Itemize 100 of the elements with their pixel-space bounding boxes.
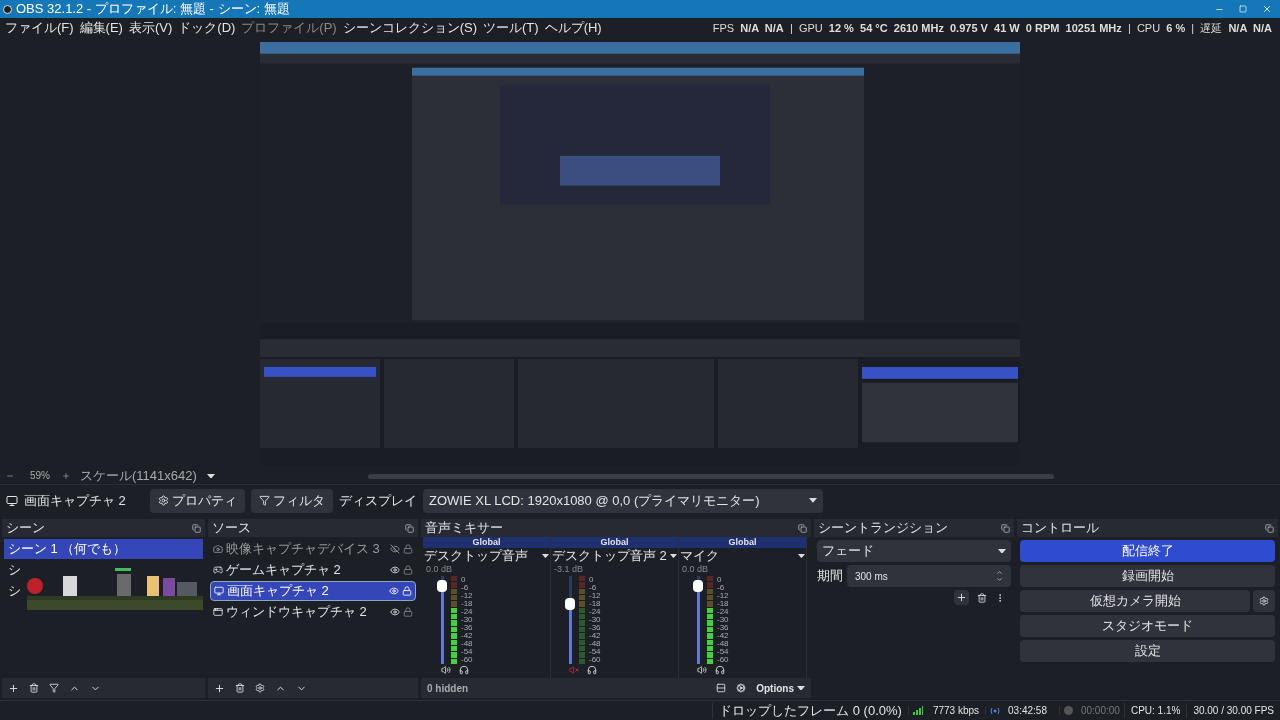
volume-slider[interactable] xyxy=(565,576,575,664)
source-item[interactable]: 画面キャプチャ 2 xyxy=(210,581,416,601)
channel-tag: Global xyxy=(679,537,806,548)
speaker-icon[interactable] xyxy=(697,665,707,675)
camera-icon xyxy=(213,544,223,554)
dock-title: コントロール xyxy=(1021,520,1099,536)
control-button[interactable]: 設定 xyxy=(1020,640,1275,662)
dock-title: 音声ミキサー xyxy=(425,520,503,536)
trash-icon[interactable] xyxy=(235,683,245,693)
control-button[interactable]: 仮想カメラ開始 xyxy=(1020,590,1250,612)
headphones-icon[interactable] xyxy=(587,665,597,675)
undock-icon[interactable] xyxy=(1000,523,1010,533)
lock-icon[interactable] xyxy=(403,544,413,554)
dropped-frames: ドロップしたフレーム 0 (0.0%) xyxy=(712,702,908,719)
filter-icon[interactable] xyxy=(49,683,59,693)
settings-icon[interactable] xyxy=(1253,590,1275,612)
control-button[interactable]: スタジオモード xyxy=(1020,615,1275,637)
volume-reading: 0.0 dB xyxy=(682,564,710,574)
bitrate: 7773 kbps xyxy=(931,704,981,718)
menu-item[interactable]: 表示(V) xyxy=(125,20,176,36)
cpu-usage: CPU: 1.1% xyxy=(1123,703,1187,718)
undock-icon[interactable] xyxy=(1264,523,1274,533)
lock-icon[interactable] xyxy=(403,607,413,617)
duration-label: 期間 xyxy=(817,567,843,586)
volume-reading: -3.1 dB xyxy=(554,564,585,574)
caret-icon xyxy=(998,548,1006,554)
caret-icon xyxy=(798,553,805,559)
record-time: 00:00:00 xyxy=(1079,704,1121,718)
stream-time: 03:42:58 xyxy=(1007,704,1048,718)
scene-item[interactable]: シ xyxy=(4,581,25,601)
options-button[interactable]: Options xyxy=(756,680,805,696)
menu-item[interactable]: 編集(E) xyxy=(76,20,126,36)
scrollbar[interactable] xyxy=(368,473,1054,479)
transition-dropdown[interactable]: フェード xyxy=(817,540,1011,562)
speaker-icon[interactable] xyxy=(441,665,451,675)
volume-slider[interactable] xyxy=(693,576,703,664)
menu-item[interactable]: ツール(T) xyxy=(480,20,542,36)
filter-icon xyxy=(259,495,270,506)
dock-title: シーン xyxy=(6,520,45,536)
scale-dropdown[interactable]: スケール(1141x642) xyxy=(80,468,215,484)
display-dropdown[interactable]: ZOWIE XL LCD: 1920x1080 @ 0,0 (プライマリモニター) xyxy=(423,488,823,513)
channel-tag: Global xyxy=(423,537,550,548)
volume-slider[interactable] xyxy=(437,576,447,664)
channel-dropdown[interactable]: マイク xyxy=(679,548,806,564)
volume-reading: 0.0 dB xyxy=(426,564,454,574)
monitor-icon xyxy=(6,494,18,507)
source-item[interactable]: ウィンドウキャプチャ 2 xyxy=(210,602,416,622)
settings-icon[interactable] xyxy=(255,683,265,693)
caret-icon xyxy=(809,498,817,503)
menu-item[interactable]: シーンコレクション(S) xyxy=(339,20,481,36)
performance-stats: FPS N/A N/A | GPU 12 % 54 °C 2610 MHz 0.975 V 41 W 0 RPM 10251 MHz | CPU 6 % | 遅延 N/A N/A xyxy=(712,21,1273,35)
caret-icon xyxy=(206,473,215,479)
add-icon[interactable] xyxy=(954,590,969,605)
meter-scale: 0 -6 -12 -18 -24 -30 -36 -42 -48 -54 -60 xyxy=(589,576,601,664)
properties-button[interactable]: プロパティ xyxy=(150,488,245,513)
headphones-icon[interactable] xyxy=(459,665,469,675)
eye-icon[interactable] xyxy=(390,607,400,617)
gamepad-icon xyxy=(213,565,223,575)
menu-item[interactable]: ファイル(F) xyxy=(2,20,77,36)
lock-icon[interactable] xyxy=(403,565,413,575)
settings-icon[interactable] xyxy=(736,683,747,693)
control-button[interactable]: 配信終了 xyxy=(1020,540,1275,562)
undock-icon[interactable] xyxy=(191,523,201,533)
window-icon xyxy=(213,607,223,617)
channel-dropdown[interactable]: デスクトップ音声 2 xyxy=(551,548,678,564)
caret-icon xyxy=(542,553,549,559)
add-icon[interactable] xyxy=(8,682,19,694)
caret-icon xyxy=(670,553,677,559)
menu-item[interactable]: ヘルプ(H) xyxy=(541,20,605,36)
headphones-icon[interactable] xyxy=(715,665,725,675)
undock-icon[interactable] xyxy=(404,523,414,533)
menu-item[interactable]: ドック(D) xyxy=(175,20,239,36)
trash-icon[interactable] xyxy=(29,683,39,693)
duration-field[interactable]: 300 ms xyxy=(847,565,1011,587)
control-button[interactable]: 録画開始 xyxy=(1020,565,1275,587)
undock-icon[interactable] xyxy=(797,523,807,533)
zoom-in-icon[interactable] xyxy=(62,472,70,480)
meter-scale: 0 -6 -12 -18 -24 -30 -36 -42 -48 -54 -60 xyxy=(717,576,729,664)
caret-icon xyxy=(797,685,805,691)
scene-item[interactable]: シーン 1 （何でも） xyxy=(4,539,203,559)
source-item[interactable]: ゲームキャプチャ 2 xyxy=(210,560,416,580)
eye-icon[interactable] xyxy=(390,565,400,575)
layout-icon[interactable] xyxy=(716,683,727,693)
lock-icon[interactable] xyxy=(402,586,412,596)
hidden-count: 0 hidden xyxy=(427,681,469,696)
source-item[interactable]: 映像キャプチャデバイス 3 xyxy=(210,539,416,559)
window-title: OBS 32.1.2 - プロファイル: 無題 - シーン: 無題 xyxy=(16,1,290,17)
filters-button[interactable]: フィルタ xyxy=(251,488,333,513)
app-logo-icon xyxy=(3,4,12,14)
channel-tag: Global xyxy=(551,537,678,548)
trash-icon[interactable] xyxy=(977,590,987,605)
channel-dropdown[interactable]: デスクトップ音声 xyxy=(423,548,550,564)
monitor-icon xyxy=(214,586,224,596)
display-label: ディスプレイ xyxy=(339,491,417,510)
selected-source-name: 画面キャプチャ 2 xyxy=(24,491,127,510)
zoom-level: 59% xyxy=(30,470,50,482)
gear-icon xyxy=(158,495,169,506)
scene-item[interactable]: シ xyxy=(4,560,25,580)
eye-off-icon[interactable] xyxy=(390,544,400,554)
add-icon[interactable] xyxy=(214,682,225,694)
